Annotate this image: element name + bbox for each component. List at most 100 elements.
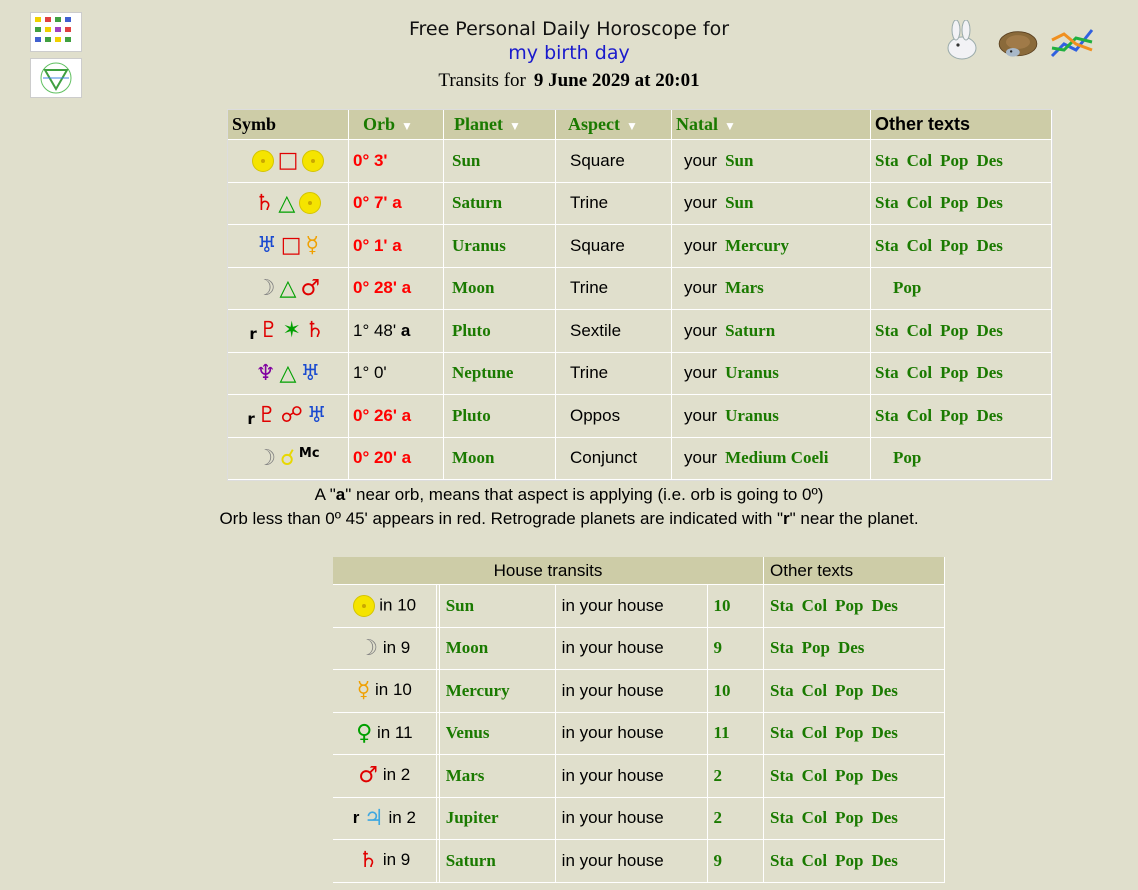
line-chart-icon[interactable] xyxy=(1048,20,1096,64)
transit-orb: 0° 1' a xyxy=(349,225,444,268)
natal-planet-link[interactable]: Mercury xyxy=(725,236,789,255)
text-link-pop[interactable]: Pop xyxy=(835,766,863,785)
text-link-pop[interactable]: Pop xyxy=(802,638,830,657)
house-number-link[interactable]: 2 xyxy=(714,766,723,785)
text-link-des[interactable]: Des xyxy=(871,808,897,827)
natal-planet-link[interactable]: Uranus xyxy=(725,406,779,425)
sort-arrow-icon[interactable]: ▼ xyxy=(401,119,413,133)
text-link-des[interactable]: Des xyxy=(976,236,1002,255)
transit-row: ♅ □ ☿ 0° 1' a Uranus Square your Mercury Sta Col P… xyxy=(228,225,1052,268)
text-link-col[interactable]: Col xyxy=(802,851,828,870)
sort-arrow-icon[interactable]: ▼ xyxy=(724,119,736,133)
text-link-col[interactable]: Col xyxy=(907,193,933,212)
planet-link[interactable]: Pluto xyxy=(452,321,491,340)
text-link-des[interactable]: Des xyxy=(871,766,897,785)
text-link-col[interactable]: Col xyxy=(907,151,933,170)
text-link-sta[interactable]: Sta xyxy=(770,851,794,870)
house-number-link[interactable]: 10 xyxy=(714,596,731,615)
planet-link[interactable]: Uranus xyxy=(452,236,506,255)
text-link-col[interactable]: Col xyxy=(802,808,828,827)
text-link-col[interactable]: Col xyxy=(802,596,828,615)
col-natal[interactable]: Natal ▼ xyxy=(672,110,871,140)
natal-planet-link[interactable]: Medium Coeli xyxy=(725,448,828,467)
text-link-sta[interactable]: Sta xyxy=(770,681,794,700)
text-link-des[interactable]: Des xyxy=(871,681,897,700)
text-link-sta[interactable]: Sta xyxy=(770,808,794,827)
text-link-sta[interactable]: Sta xyxy=(875,363,899,382)
planet-link[interactable]: Sun xyxy=(446,596,474,615)
house-number-link[interactable]: 9 xyxy=(714,638,723,657)
text-link-col[interactable]: Col xyxy=(802,681,828,700)
text-link-des[interactable]: Des xyxy=(976,151,1002,170)
text-link-col[interactable]: Col xyxy=(907,236,933,255)
planet-link[interactable]: Moon xyxy=(452,278,495,297)
col-aspect[interactable]: Aspect ▼ xyxy=(556,110,672,140)
planet-link[interactable]: Moon xyxy=(452,448,495,467)
text-link-des[interactable]: Des xyxy=(976,363,1002,382)
text-link-col[interactable]: Col xyxy=(802,723,828,742)
planet-link[interactable]: Jupiter xyxy=(446,808,499,827)
text-link-col[interactable]: Col xyxy=(802,766,828,785)
planet-link[interactable]: Moon xyxy=(446,638,489,657)
orb-value: 0° 20' a xyxy=(353,448,412,468)
text-link-pop[interactable]: Pop xyxy=(893,278,921,297)
planet-link[interactable]: Sun xyxy=(452,151,480,170)
col-planet[interactable]: Planet ▼ xyxy=(444,110,556,140)
text-link-pop[interactable]: Pop xyxy=(940,151,968,170)
col-orb[interactable]: Orb ▼ xyxy=(349,110,444,140)
natal-planet-link[interactable]: Sun xyxy=(725,151,753,170)
aspect-name: Oppos xyxy=(570,405,621,425)
text-link-des[interactable]: Des xyxy=(976,321,1002,340)
planet-link[interactable]: Venus xyxy=(446,723,490,742)
planet-link[interactable]: Mars xyxy=(446,766,485,785)
planet-link[interactable]: Pluto xyxy=(452,406,491,425)
text-link-des[interactable]: Des xyxy=(871,851,897,870)
house-number-link[interactable]: 11 xyxy=(714,723,730,742)
sort-arrow-icon[interactable]: ▼ xyxy=(626,119,638,133)
house-number-link[interactable]: 2 xyxy=(714,808,723,827)
text-link-des[interactable]: Des xyxy=(871,596,897,615)
text-link-sta[interactable]: Sta xyxy=(875,193,899,212)
house-number-link[interactable]: 9 xyxy=(714,851,723,870)
text-link-pop[interactable]: Pop xyxy=(835,808,863,827)
text-link-sta[interactable]: Sta xyxy=(770,766,794,785)
text-link-pop[interactable]: Pop xyxy=(835,851,863,870)
natal-planet-link[interactable]: Saturn xyxy=(725,321,775,340)
text-link-sta[interactable]: Sta xyxy=(770,723,794,742)
turtle-icon[interactable] xyxy=(994,20,1042,64)
text-link-sta[interactable]: Sta xyxy=(875,406,899,425)
house-number-link[interactable]: 10 xyxy=(714,681,731,700)
text-link-des[interactable]: Des xyxy=(976,406,1002,425)
transit-planet: Pluto xyxy=(444,395,556,438)
text-link-des[interactable]: Des xyxy=(976,193,1002,212)
rabbit-icon[interactable] xyxy=(940,20,988,64)
sort-arrow-icon[interactable]: ▼ xyxy=(509,119,521,133)
text-link-pop[interactable]: Pop xyxy=(940,236,968,255)
text-link-des[interactable]: Des xyxy=(838,638,864,657)
planet-link[interactable]: Mercury xyxy=(446,681,510,700)
text-link-pop[interactable]: Pop xyxy=(893,448,921,467)
text-link-sta[interactable]: Sta xyxy=(875,321,899,340)
text-link-pop[interactable]: Pop xyxy=(835,681,863,700)
text-link-col[interactable]: Col xyxy=(907,321,933,340)
text-link-pop[interactable]: Pop xyxy=(940,321,968,340)
planet-link[interactable]: Neptune xyxy=(452,363,513,382)
text-link-pop[interactable]: Pop xyxy=(940,406,968,425)
text-link-sta[interactable]: Sta xyxy=(875,236,899,255)
text-link-col[interactable]: Col xyxy=(907,363,933,382)
natal-planet-link[interactable]: Uranus xyxy=(725,363,779,382)
planet-link[interactable]: Saturn xyxy=(452,193,502,212)
top-icons xyxy=(940,20,1096,64)
natal-planet-link[interactable]: Sun xyxy=(725,193,753,212)
text-link-pop[interactable]: Pop xyxy=(835,596,863,615)
text-link-sta[interactable]: Sta xyxy=(770,596,794,615)
text-link-des[interactable]: Des xyxy=(871,723,897,742)
planet-link[interactable]: Saturn xyxy=(446,851,496,870)
text-link-sta[interactable]: Sta xyxy=(770,638,794,657)
natal-planet-link[interactable]: Mars xyxy=(725,278,764,297)
text-link-pop[interactable]: Pop xyxy=(940,193,968,212)
text-link-pop[interactable]: Pop xyxy=(835,723,863,742)
text-link-sta[interactable]: Sta xyxy=(875,151,899,170)
text-link-col[interactable]: Col xyxy=(907,406,933,425)
text-link-pop[interactable]: Pop xyxy=(940,363,968,382)
